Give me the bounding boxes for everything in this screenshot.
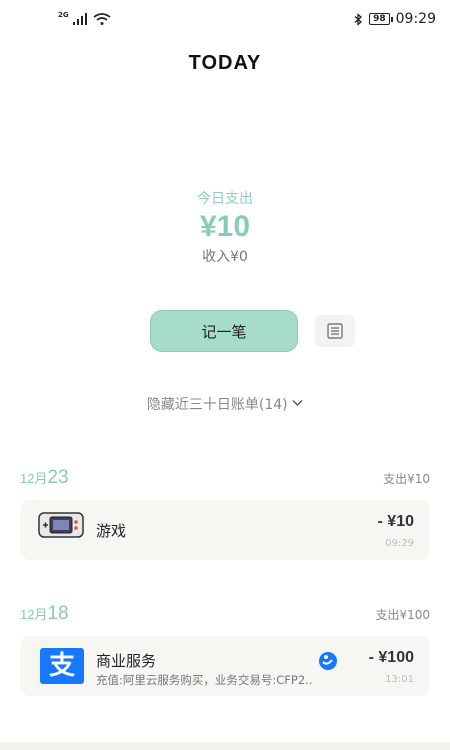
day-month: 12月 [20,607,48,622]
alipay-icon: 支 [40,648,84,684]
bluetooth-icon [354,12,363,26]
transaction-time: 13:01 [385,674,414,685]
today-expense-amount: ¥10 [199,210,251,243]
day-header: 12月18 支出¥100 [20,601,430,625]
hide-history-toggle[interactable]: 隐藏近三十日账单(14) [0,394,450,414]
day-date: 12月18 [20,603,69,625]
day-date: 12月23 [20,467,69,489]
transaction-card[interactable]: 游戏 - ¥10 09:29 [20,500,430,560]
wifi-icon [93,13,111,25]
today-expense-label: 今日支出 [197,191,253,207]
today-income: 收入¥0 [202,249,248,265]
day-expense-total: 支出¥100 [375,608,430,622]
network-type: 2G [58,11,69,19]
signal-icon [72,13,87,25]
app-title: TODAY [188,52,262,74]
status-right: 98 09:29 [354,11,436,27]
chevron-down-icon [292,400,303,406]
status-bar: 2G 98 09:29 [0,0,450,42]
day-month: 12月 [20,471,48,486]
day-number: 18 [47,603,69,624]
alipay-logo: 支 [40,648,84,684]
clock: 09:29 [395,11,436,27]
day-expense-total: 支出¥10 [383,472,430,486]
list-icon [327,323,343,339]
game-console-icon [38,512,84,542]
status-left: 2G [58,12,111,25]
transaction-time: 09:29 [385,538,414,549]
transaction-amount: - ¥100 [368,649,414,666]
transaction-amount: - ¥10 [377,513,414,530]
alipay-method-icon [319,652,337,670]
battery-icon: 98 [369,13,393,25]
bottom-divider [0,742,450,750]
list-view-button[interactable] [315,315,355,347]
record-entry-button[interactable]: 记一笔 [150,310,298,352]
transaction-title: 商业服务 [96,652,157,670]
transaction-subtitle: 充值:阿里云服务购买，业务交易号:CFP2.. [96,673,313,687]
transaction-title: 游戏 [96,522,127,540]
today-summary: 今日支出 ¥10 收入¥0 [0,188,450,266]
day-header: 12月23 支出¥10 [20,465,430,489]
hide-history-label: 隐藏近三十日账单(14) [146,397,288,413]
transaction-card[interactable]: 支 商业服务 充值:阿里云服务购买，业务交易号:CFP2.. - ¥100 13… [20,636,430,696]
day-number: 23 [47,467,69,488]
